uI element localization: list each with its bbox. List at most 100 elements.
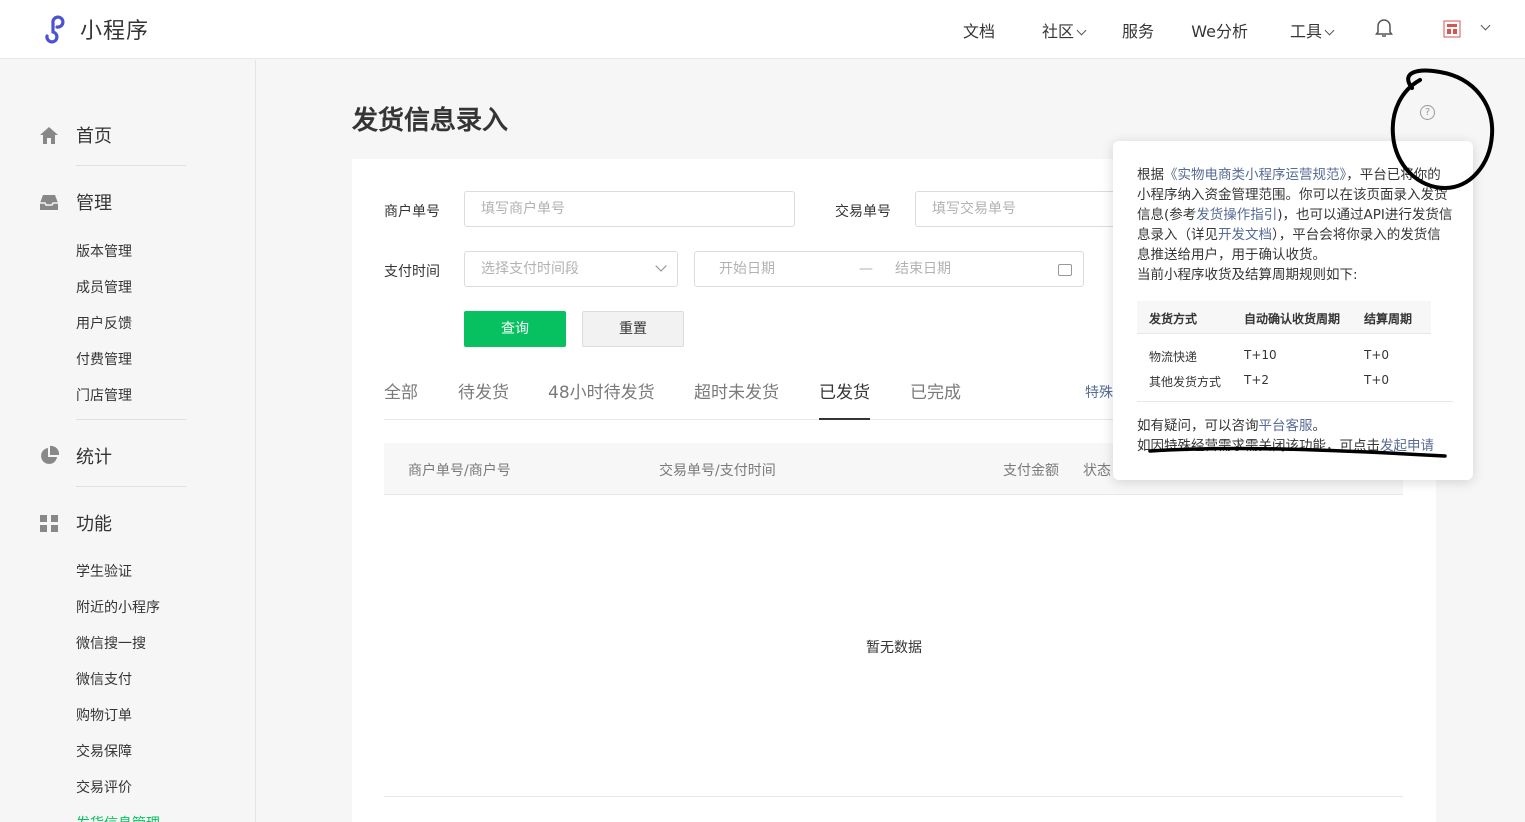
- sidebar-item-trade-review[interactable]: 交易评价: [76, 777, 132, 797]
- chevron-down-icon[interactable]: [1480, 20, 1491, 31]
- divider: [1137, 401, 1453, 402]
- sidebar-item-home[interactable]: 首页: [38, 122, 112, 148]
- ops-rules-link[interactable]: 《实物电商类小程序运营规范》: [1164, 167, 1346, 183]
- customer-service-link[interactable]: 平台客服: [1259, 418, 1313, 434]
- tab-shipped[interactable]: 已发货: [819, 378, 870, 403]
- chevron-down-icon: [1076, 25, 1087, 36]
- logo[interactable]: 小程序: [38, 12, 149, 46]
- logo-text: 小程序: [80, 19, 150, 44]
- sidebar-item-label: 首页: [76, 126, 112, 147]
- sidebar-item-trade-guarantee[interactable]: 交易保障: [76, 741, 132, 761]
- popover-description: 根据《实物电商类小程序运营规范》，平台已将你的小程序纳入资金管理范围。你可以在该…: [1137, 165, 1453, 285]
- divider: [76, 419, 186, 420]
- bell-icon[interactable]: [1375, 18, 1393, 38]
- page-title: 发货信息录入: [352, 106, 509, 136]
- popover-text: 当前小程序收货及结算周期规则如下:: [1137, 267, 1358, 283]
- nav-docs[interactable]: 文档: [963, 18, 995, 42]
- trade-order-label: 交易单号: [835, 204, 891, 220]
- sidebar-item-orders[interactable]: 购物订单: [76, 705, 132, 725]
- popover-text: 根据: [1137, 167, 1164, 183]
- query-button[interactable]: 查询: [464, 311, 566, 347]
- settlement-col-method: 发货方式: [1149, 312, 1198, 326]
- help-popover: 根据《实物电商类小程序运营规范》，平台已将你的小程序纳入资金管理范围。你可以在该…: [1113, 141, 1473, 480]
- special-link[interactable]: 特殊: [1085, 382, 1113, 402]
- column-merchant: 商户单号/商户号: [408, 463, 511, 479]
- tab-48h-pending[interactable]: 48小时待发货: [548, 378, 655, 403]
- pay-time-select[interactable]: 选择支付时间段: [464, 251, 678, 287]
- popover-text: 如有疑问，可以咨询: [1137, 418, 1259, 434]
- sidebar-item-members[interactable]: 成员管理: [76, 277, 132, 297]
- table-cell: 其他发货方式: [1149, 375, 1222, 389]
- settlement-table: 发货方式 自动确认收货周期 结算周期 物流快递 T+10 T+0 其他发货方式 …: [1137, 301, 1431, 394]
- active-tab-indicator: [819, 418, 870, 420]
- miniprogram-logo-icon: [45, 15, 65, 44]
- help-icon[interactable]: ?: [1420, 105, 1435, 120]
- sidebar-item-wechat-pay[interactable]: 微信支付: [76, 669, 132, 689]
- trade-order-input[interactable]: 填写交易单号: [915, 191, 1135, 227]
- nav-services[interactable]: 服务: [1122, 18, 1154, 42]
- calendar-icon[interactable]: [1058, 264, 1072, 276]
- settlement-col-confirm: 自动确认收货周期: [1244, 312, 1341, 326]
- table-cell: T+0: [1364, 373, 1390, 387]
- sidebar-item-shipping-info[interactable]: 发货信息管理: [76, 813, 160, 822]
- merchant-order-label: 商户单号: [384, 204, 440, 220]
- divider: [76, 165, 186, 166]
- sidebar-item-store[interactable]: 门店管理: [76, 385, 132, 405]
- nav-community[interactable]: 社区: [1041, 18, 1087, 42]
- popover-footer: 如有疑问，可以咨询平台客服。 如因特殊经营需求需关闭该功能，可点击发起申请: [1137, 416, 1457, 456]
- tab-completed[interactable]: 已完成: [910, 378, 961, 403]
- table-cell: T+2: [1244, 373, 1270, 387]
- column-trade: 交易单号/支付时间: [659, 463, 776, 479]
- nav-community-label: 社区: [1041, 22, 1074, 41]
- sidebar: 首页 管理 版本管理 成员管理 用户反馈 付费管理 门店管理 统计 功能 学生验…: [0, 60, 256, 822]
- sidebar-item-version[interactable]: 版本管理: [76, 241, 132, 261]
- popover-text: 。: [1312, 418, 1327, 434]
- sidebar-item-manage[interactable]: 管理: [38, 189, 112, 215]
- chevron-down-icon: [1324, 25, 1335, 36]
- settlement-col-period: 结算周期: [1364, 312, 1413, 326]
- table-row: 物流快递 T+10 T+0: [1137, 344, 1431, 369]
- grid-icon: [40, 515, 58, 532]
- tab-pending[interactable]: 待发货: [458, 378, 509, 403]
- date-range-picker[interactable]: 开始日期 — 结束日期: [694, 251, 1084, 287]
- merchant-order-input[interactable]: 填写商户单号: [464, 191, 795, 227]
- sidebar-item-label: 功能: [76, 514, 112, 535]
- sidebar-item-feedback[interactable]: 用户反馈: [76, 313, 132, 333]
- table-cell: T+0: [1364, 348, 1390, 362]
- table-bottom-border: [384, 796, 1403, 797]
- shipping-guide-link[interactable]: 发货操作指引: [1196, 207, 1277, 223]
- avatar[interactable]: [1443, 20, 1461, 38]
- nav-we-analysis[interactable]: We分析: [1191, 18, 1248, 42]
- pay-time-select-value: 选择支付时间段: [481, 261, 579, 277]
- start-date-input[interactable]: 开始日期: [719, 252, 775, 286]
- table-row: 其他发货方式 T+2 T+0: [1137, 369, 1431, 394]
- settlement-table-header: 发货方式 自动确认收货周期 结算周期: [1137, 301, 1431, 334]
- table-cell: T+10: [1244, 348, 1277, 362]
- sidebar-item-payment[interactable]: 付费管理: [76, 349, 132, 369]
- sidebar-item-label: 管理: [76, 193, 112, 214]
- tab-overdue[interactable]: 超时未发货: [694, 378, 779, 403]
- sidebar-item-stats[interactable]: 统计: [38, 443, 112, 469]
- sidebar-item-nearby[interactable]: 附近的小程序: [76, 597, 160, 617]
- empty-state-text: 暂无数据: [866, 640, 922, 656]
- divider: [76, 486, 186, 487]
- sidebar-item-label: 统计: [76, 447, 112, 468]
- nav-tools-label: 工具: [1289, 22, 1322, 41]
- column-amount: 支付金额: [1003, 463, 1059, 479]
- column-status: 状态: [1083, 463, 1111, 479]
- dev-docs-link[interactable]: 开发文档: [1218, 227, 1272, 243]
- sidebar-item-wechat-search[interactable]: 微信搜一搜: [76, 633, 146, 653]
- nav-tools[interactable]: 工具: [1289, 18, 1335, 42]
- chevron-down-icon: [655, 260, 667, 272]
- pay-time-label: 支付时间: [384, 264, 440, 280]
- inbox-icon: [40, 195, 58, 210]
- end-date-input[interactable]: 结束日期: [895, 252, 951, 286]
- date-separator: —: [859, 261, 873, 277]
- pie-chart-icon: [41, 445, 60, 464]
- home-icon: [40, 127, 58, 144]
- apply-link[interactable]: 发起申请: [1380, 438, 1434, 454]
- sidebar-item-student-verify[interactable]: 学生验证: [76, 561, 132, 581]
- sidebar-item-features[interactable]: 功能: [38, 510, 112, 536]
- reset-button[interactable]: 重置: [582, 311, 684, 347]
- tab-all[interactable]: 全部: [384, 378, 418, 403]
